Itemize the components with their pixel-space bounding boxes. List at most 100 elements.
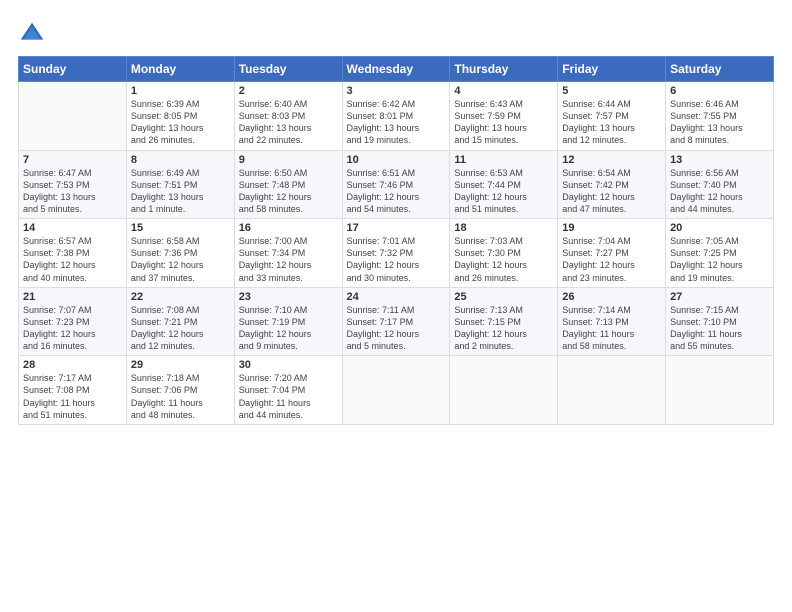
logo	[18, 20, 48, 48]
day-number: 7	[23, 154, 122, 166]
day-info: Sunrise: 7:01 AMSunset: 7:32 PMDaylight:…	[347, 235, 446, 284]
calendar-cell: 28Sunrise: 7:17 AMSunset: 7:08 PMDayligh…	[19, 356, 127, 425]
day-info: Sunrise: 6:51 AMSunset: 7:46 PMDaylight:…	[347, 167, 446, 216]
calendar-cell: 4Sunrise: 6:43 AMSunset: 7:59 PMDaylight…	[450, 82, 558, 151]
day-number: 23	[239, 291, 338, 303]
logo-icon	[18, 20, 46, 48]
day-info: Sunrise: 7:04 AMSunset: 7:27 PMDaylight:…	[562, 235, 661, 284]
col-header-saturday: Saturday	[666, 57, 774, 82]
calendar-cell: 3Sunrise: 6:42 AMSunset: 8:01 PMDaylight…	[342, 82, 450, 151]
day-number: 14	[23, 222, 122, 234]
day-number: 10	[347, 154, 446, 166]
calendar-cell: 18Sunrise: 7:03 AMSunset: 7:30 PMDayligh…	[450, 219, 558, 288]
header	[18, 16, 774, 48]
day-number: 20	[670, 222, 769, 234]
day-info: Sunrise: 6:49 AMSunset: 7:51 PMDaylight:…	[131, 167, 230, 216]
day-number: 25	[454, 291, 553, 303]
calendar-cell: 14Sunrise: 6:57 AMSunset: 7:38 PMDayligh…	[19, 219, 127, 288]
day-info: Sunrise: 7:14 AMSunset: 7:13 PMDaylight:…	[562, 304, 661, 353]
day-info: Sunrise: 7:00 AMSunset: 7:34 PMDaylight:…	[239, 235, 338, 284]
day-info: Sunrise: 6:57 AMSunset: 7:38 PMDaylight:…	[23, 235, 122, 284]
day-number: 8	[131, 154, 230, 166]
day-info: Sunrise: 7:17 AMSunset: 7:08 PMDaylight:…	[23, 372, 122, 421]
day-number: 26	[562, 291, 661, 303]
day-number: 29	[131, 359, 230, 371]
day-number: 3	[347, 85, 446, 97]
day-number: 4	[454, 85, 553, 97]
day-info: Sunrise: 7:10 AMSunset: 7:19 PMDaylight:…	[239, 304, 338, 353]
day-info: Sunrise: 7:08 AMSunset: 7:21 PMDaylight:…	[131, 304, 230, 353]
calendar-cell: 19Sunrise: 7:04 AMSunset: 7:27 PMDayligh…	[558, 219, 666, 288]
day-info: Sunrise: 7:03 AMSunset: 7:30 PMDaylight:…	[454, 235, 553, 284]
calendar-cell	[666, 356, 774, 425]
calendar-cell: 22Sunrise: 7:08 AMSunset: 7:21 PMDayligh…	[126, 287, 234, 356]
day-info: Sunrise: 7:07 AMSunset: 7:23 PMDaylight:…	[23, 304, 122, 353]
calendar-cell	[450, 356, 558, 425]
calendar-cell	[558, 356, 666, 425]
calendar-cell	[19, 82, 127, 151]
calendar-cell: 25Sunrise: 7:13 AMSunset: 7:15 PMDayligh…	[450, 287, 558, 356]
calendar-cell: 7Sunrise: 6:47 AMSunset: 7:53 PMDaylight…	[19, 150, 127, 219]
col-header-thursday: Thursday	[450, 57, 558, 82]
calendar-cell: 5Sunrise: 6:44 AMSunset: 7:57 PMDaylight…	[558, 82, 666, 151]
calendar-cell: 20Sunrise: 7:05 AMSunset: 7:25 PMDayligh…	[666, 219, 774, 288]
day-info: Sunrise: 7:18 AMSunset: 7:06 PMDaylight:…	[131, 372, 230, 421]
day-number: 27	[670, 291, 769, 303]
calendar-cell: 16Sunrise: 7:00 AMSunset: 7:34 PMDayligh…	[234, 219, 342, 288]
day-number: 22	[131, 291, 230, 303]
day-number: 9	[239, 154, 338, 166]
calendar-table: SundayMondayTuesdayWednesdayThursdayFrid…	[18, 56, 774, 425]
day-info: Sunrise: 7:13 AMSunset: 7:15 PMDaylight:…	[454, 304, 553, 353]
day-number: 5	[562, 85, 661, 97]
day-number: 17	[347, 222, 446, 234]
day-number: 16	[239, 222, 338, 234]
day-number: 13	[670, 154, 769, 166]
calendar-cell: 29Sunrise: 7:18 AMSunset: 7:06 PMDayligh…	[126, 356, 234, 425]
page: SundayMondayTuesdayWednesdayThursdayFrid…	[0, 0, 792, 612]
day-number: 1	[131, 85, 230, 97]
col-header-tuesday: Tuesday	[234, 57, 342, 82]
calendar-cell: 30Sunrise: 7:20 AMSunset: 7:04 PMDayligh…	[234, 356, 342, 425]
day-info: Sunrise: 6:46 AMSunset: 7:55 PMDaylight:…	[670, 98, 769, 147]
day-info: Sunrise: 6:44 AMSunset: 7:57 PMDaylight:…	[562, 98, 661, 147]
day-info: Sunrise: 6:39 AMSunset: 8:05 PMDaylight:…	[131, 98, 230, 147]
day-number: 24	[347, 291, 446, 303]
day-number: 28	[23, 359, 122, 371]
calendar-cell: 6Sunrise: 6:46 AMSunset: 7:55 PMDaylight…	[666, 82, 774, 151]
calendar-cell: 15Sunrise: 6:58 AMSunset: 7:36 PMDayligh…	[126, 219, 234, 288]
calendar-cell: 1Sunrise: 6:39 AMSunset: 8:05 PMDaylight…	[126, 82, 234, 151]
calendar-cell: 23Sunrise: 7:10 AMSunset: 7:19 PMDayligh…	[234, 287, 342, 356]
calendar-cell: 27Sunrise: 7:15 AMSunset: 7:10 PMDayligh…	[666, 287, 774, 356]
calendar-cell: 26Sunrise: 7:14 AMSunset: 7:13 PMDayligh…	[558, 287, 666, 356]
col-header-wednesday: Wednesday	[342, 57, 450, 82]
day-info: Sunrise: 6:43 AMSunset: 7:59 PMDaylight:…	[454, 98, 553, 147]
day-info: Sunrise: 7:05 AMSunset: 7:25 PMDaylight:…	[670, 235, 769, 284]
day-number: 30	[239, 359, 338, 371]
day-number: 19	[562, 222, 661, 234]
day-info: Sunrise: 6:42 AMSunset: 8:01 PMDaylight:…	[347, 98, 446, 147]
day-info: Sunrise: 6:54 AMSunset: 7:42 PMDaylight:…	[562, 167, 661, 216]
day-number: 12	[562, 154, 661, 166]
col-header-sunday: Sunday	[19, 57, 127, 82]
day-info: Sunrise: 6:58 AMSunset: 7:36 PMDaylight:…	[131, 235, 230, 284]
day-number: 18	[454, 222, 553, 234]
day-info: Sunrise: 7:20 AMSunset: 7:04 PMDaylight:…	[239, 372, 338, 421]
day-info: Sunrise: 7:11 AMSunset: 7:17 PMDaylight:…	[347, 304, 446, 353]
calendar-cell: 24Sunrise: 7:11 AMSunset: 7:17 PMDayligh…	[342, 287, 450, 356]
day-info: Sunrise: 6:56 AMSunset: 7:40 PMDaylight:…	[670, 167, 769, 216]
day-info: Sunrise: 7:15 AMSunset: 7:10 PMDaylight:…	[670, 304, 769, 353]
calendar-cell: 13Sunrise: 6:56 AMSunset: 7:40 PMDayligh…	[666, 150, 774, 219]
calendar-cell	[342, 356, 450, 425]
day-info: Sunrise: 6:53 AMSunset: 7:44 PMDaylight:…	[454, 167, 553, 216]
calendar-cell: 2Sunrise: 6:40 AMSunset: 8:03 PMDaylight…	[234, 82, 342, 151]
calendar-cell: 8Sunrise: 6:49 AMSunset: 7:51 PMDaylight…	[126, 150, 234, 219]
calendar-cell: 9Sunrise: 6:50 AMSunset: 7:48 PMDaylight…	[234, 150, 342, 219]
day-number: 2	[239, 85, 338, 97]
day-number: 21	[23, 291, 122, 303]
calendar-cell: 11Sunrise: 6:53 AMSunset: 7:44 PMDayligh…	[450, 150, 558, 219]
calendar-cell: 21Sunrise: 7:07 AMSunset: 7:23 PMDayligh…	[19, 287, 127, 356]
day-info: Sunrise: 6:50 AMSunset: 7:48 PMDaylight:…	[239, 167, 338, 216]
col-header-friday: Friday	[558, 57, 666, 82]
day-number: 6	[670, 85, 769, 97]
calendar-cell: 17Sunrise: 7:01 AMSunset: 7:32 PMDayligh…	[342, 219, 450, 288]
